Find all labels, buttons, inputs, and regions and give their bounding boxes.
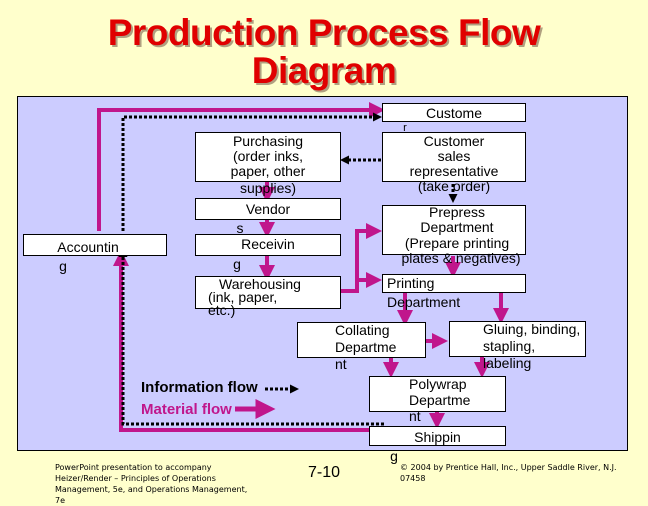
node-polywrap-line1: Polywrap [409,376,467,392]
node-collating-line2: Departme [335,339,397,355]
node-gluing-line3: labeling [483,355,532,371]
node-customer-sales-line2: sales [437,148,471,164]
footer-left-line1: PowerPoint presentation to accompany [55,463,212,472]
node-receiving-line2: g [233,256,241,272]
node-polywrap-line2: Departme [409,392,471,408]
material-warehousing-to-printing [340,272,382,293]
node-collating-line3: nt [335,356,347,372]
node-customer-line1: Custome [425,105,483,121]
node-purchasing-line3: paper, other [230,163,306,179]
footer-right-line1: © 2004 by Prentice Hall, Inc., Upper Sad… [400,463,617,472]
node-gluing-line1: Gluing, binding, [483,321,581,337]
node-collating-line1: Collating [335,322,390,338]
legend-material-flow: Material flow [141,401,232,418]
footer-right: © 2004 by Prentice Hall, Inc., Upper Sad… [400,462,617,484]
node-customer-sales-line1: Customer [423,133,485,149]
node-prepress-line2: Department [420,219,494,235]
node-prepress-line1: Prepress [428,204,486,220]
footer-left: PowerPoint presentation to accompany Hei… [55,462,247,506]
node-prepress-line3: (Prepare printing [404,235,510,251]
footer-left-line3: Management, 5e, and Operations Managemen… [55,485,248,494]
node-customer-sales-line3: representative [409,163,499,179]
node-shipping-line1: Shippin [414,429,461,445]
node-customer-sales-line4: (take order) [417,178,491,194]
node-accounting-line1: Accountin [57,239,119,255]
node-polywrap-line3: nt [409,408,421,424]
node-printing-line1: Printing [387,275,435,291]
node-purchasing-line4: supplies) [239,180,297,196]
footer-left-line2: Heizer/Render – Principles of Operations [55,474,216,483]
slide-number: 7-10 [308,464,341,481]
footer-right-line2: 07458 [400,474,426,483]
node-gluing-line2: stapling, [483,338,536,354]
node-printing-line2: Department [387,294,461,310]
node-receiving-line1: Receivin [241,236,295,252]
node-purchasing-line2: (order inks, [232,148,304,164]
node-warehousing-line3: etc.) [208,302,236,318]
node-prepress-line4: plates & negatives) [401,250,521,266]
footer-left-line4: 7e [55,496,66,505]
material-warehousing-to-prepress [355,223,382,281]
node-accounting-line2: g [59,258,67,274]
node-purchasing-line1: Purchasing [232,133,304,149]
legend-information-flow: Information flow [141,379,258,396]
node-vendors-line1: Vendor [245,201,291,217]
